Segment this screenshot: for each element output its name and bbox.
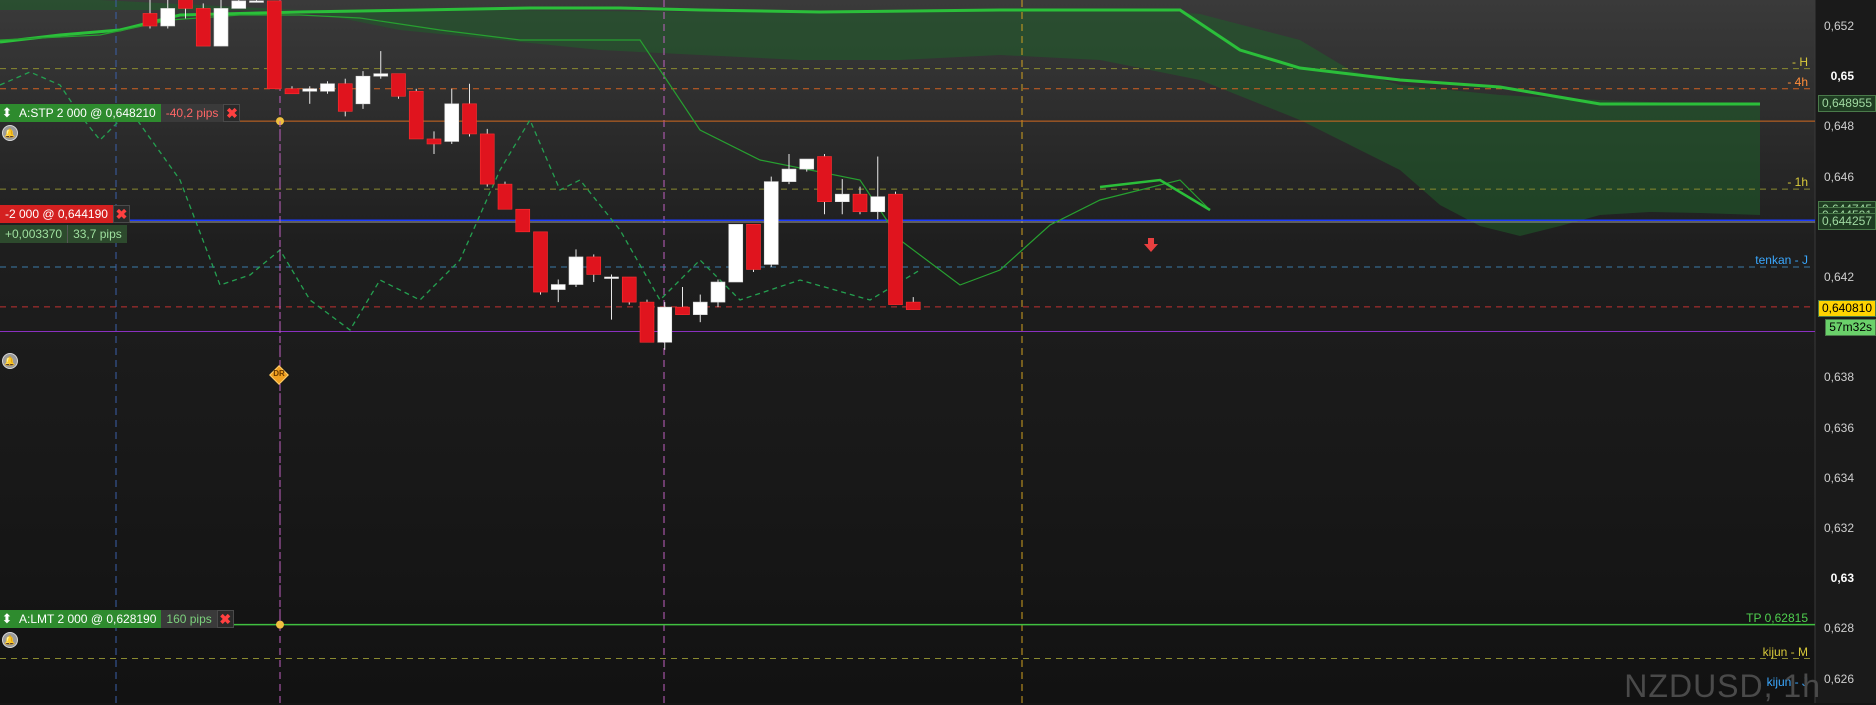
price-axis-label: 0,652 xyxy=(1823,19,1854,33)
candle-body xyxy=(515,208,531,233)
level-tag: kijun - M xyxy=(1762,644,1808,659)
stop-order-row[interactable]: ⬍ A:STP 2 000 @ 0,648210 -40,2 pips ✖ xyxy=(0,104,241,122)
candle-body xyxy=(888,193,903,305)
candle-body xyxy=(710,281,726,303)
candle-body xyxy=(337,83,353,112)
price-axis-label: 0,628 xyxy=(1823,621,1854,636)
candle-body xyxy=(497,183,513,210)
candle-body xyxy=(550,284,566,290)
candle-body xyxy=(763,181,779,265)
candle-body xyxy=(479,133,495,185)
candle-body xyxy=(692,301,708,315)
position-pnl-row: +0,003370 33,7 pips xyxy=(0,225,127,243)
level-tag: - H xyxy=(1792,54,1808,69)
position-label[interactable]: -2 000 @ 0,644190 xyxy=(0,205,113,223)
price-axis-label: 0,636 xyxy=(1823,420,1854,435)
price-chart[interactable] xyxy=(0,0,1876,703)
candle-body xyxy=(284,88,300,95)
stop-order-label[interactable]: A:STP 2 000 @ 0,648210 xyxy=(14,104,161,122)
candle-body xyxy=(160,8,176,27)
position-pnl-pips: 33,7 pips xyxy=(67,225,127,243)
price-axis-label: 0,648 xyxy=(1823,119,1854,134)
candle-body xyxy=(178,0,193,9)
price-axis-label: 0,642 xyxy=(1823,270,1854,284)
limit-order-pips: 160 pips xyxy=(161,610,217,628)
candle-body xyxy=(231,0,247,9)
price-axis-label: 0,646 xyxy=(1823,169,1854,184)
candle-body xyxy=(373,73,389,77)
event-marker-label: DR xyxy=(273,369,285,378)
level-tag: tenkan - J xyxy=(1755,252,1808,267)
candle-body xyxy=(834,193,850,202)
candle-body xyxy=(675,306,690,315)
candle-body xyxy=(817,156,832,203)
candle-body xyxy=(639,301,655,343)
candle-body xyxy=(657,306,673,343)
price-axis-label: 0,632 xyxy=(1823,521,1854,535)
economic-event-icon[interactable]: DR xyxy=(269,365,289,385)
candle-body xyxy=(249,0,264,3)
candle-body xyxy=(568,256,584,285)
alert-bell-icon[interactable]: 🔔 xyxy=(2,125,18,141)
level-tag: - 1h xyxy=(1787,175,1808,190)
candle-body xyxy=(355,75,371,105)
candle-body xyxy=(799,158,815,170)
candle-body xyxy=(746,223,761,270)
candle-body xyxy=(302,88,318,92)
price-axis-label: 0,63 xyxy=(1830,571,1854,586)
price-axis-box: 57m32s xyxy=(1825,318,1876,336)
candle-body xyxy=(533,231,548,293)
position-row[interactable]: -2 000 @ 0,644190 ✖ xyxy=(0,205,130,223)
limit-order-label[interactable]: A:LMT 2 000 @ 0,628190 xyxy=(14,610,162,628)
candle-body xyxy=(195,8,211,47)
candle-body xyxy=(621,276,637,303)
candle-body xyxy=(266,0,282,90)
level-tag: TP 0,62815 xyxy=(1746,610,1808,625)
candle-body xyxy=(320,83,335,92)
candle-body xyxy=(781,168,797,182)
stop-order-pips: -40,2 pips xyxy=(160,104,224,122)
candle-body xyxy=(213,8,229,47)
price-axis-box: 0,648955 xyxy=(1817,95,1876,113)
price-axis-label: 0,65 xyxy=(1830,69,1854,84)
candle-body xyxy=(728,223,744,283)
price-axis-box: 0,640810 xyxy=(1817,299,1876,317)
candle-body xyxy=(408,90,424,140)
close-position-icon[interactable]: ✖ xyxy=(112,205,130,223)
candle-body xyxy=(444,103,460,142)
limit-order-row[interactable]: ⬍ A:LMT 2 000 @ 0,628190 160 pips ✖ xyxy=(0,610,234,628)
candle-body xyxy=(852,193,868,213)
alert-bell-icon[interactable]: 🔔 xyxy=(2,632,18,648)
level-tag: - 4h xyxy=(1787,74,1808,89)
drag-handle-icon[interactable]: ⬍ xyxy=(0,104,14,122)
price-axis-box: 0,644257 xyxy=(1817,213,1876,231)
candle-body xyxy=(142,13,158,27)
candle-body xyxy=(586,256,602,275)
close-order-icon[interactable]: ✖ xyxy=(216,610,234,628)
price-axis-label: 0,634 xyxy=(1823,470,1854,485)
position-pnl: +0,003370 xyxy=(0,225,68,243)
candle-body xyxy=(905,301,921,310)
price-axis-label: 0,638 xyxy=(1823,370,1854,385)
candle-body xyxy=(870,196,886,213)
price-axis-label: 0,626 xyxy=(1823,671,1854,686)
candle-body xyxy=(426,138,442,145)
candle-body xyxy=(604,276,619,279)
symbol-watermark: NZDUSD, 1h xyxy=(1624,668,1821,704)
candle-body xyxy=(391,73,406,97)
close-order-icon[interactable]: ✖ xyxy=(223,104,241,122)
alert-bell-icon[interactable]: 🔔 xyxy=(2,353,18,369)
candle-body xyxy=(462,103,477,135)
drag-handle-icon[interactable]: ⬍ xyxy=(0,610,14,628)
